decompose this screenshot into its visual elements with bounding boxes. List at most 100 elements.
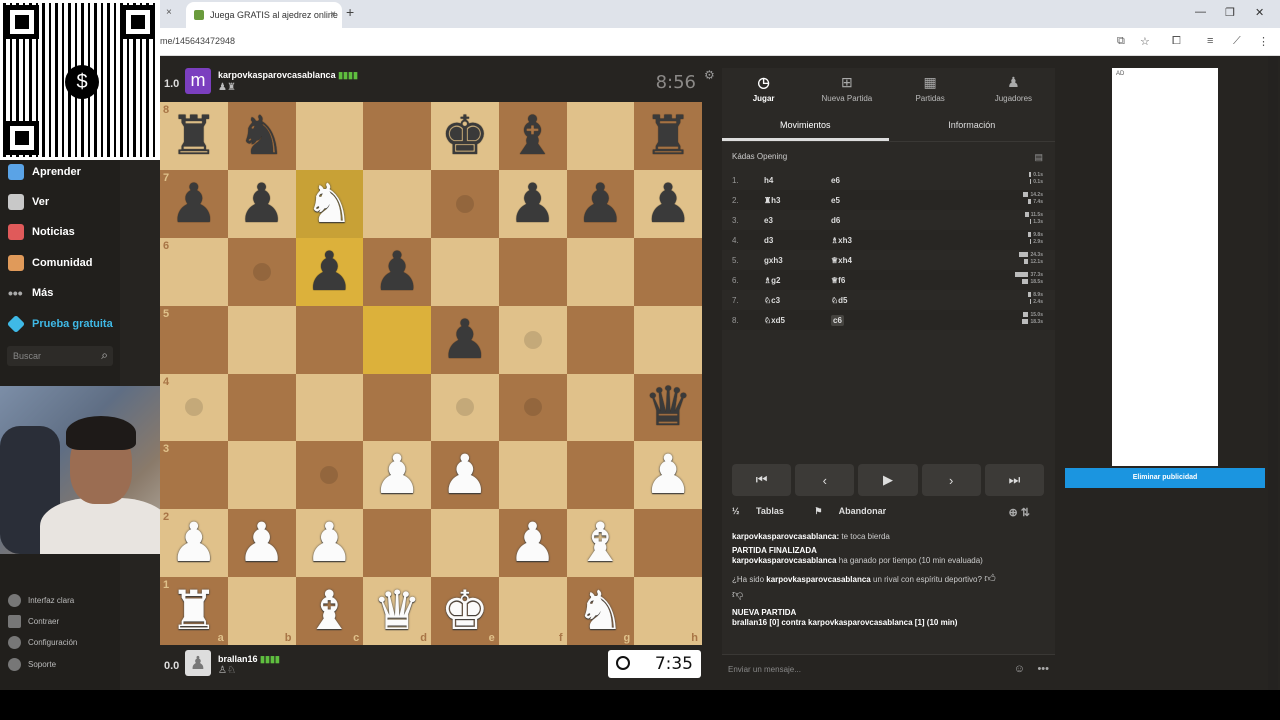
square-a3[interactable]: 3 [160,441,228,510]
browser-tab[interactable]: Juega GRATIS al ajedrez online × [186,2,342,28]
sidebar-item-comunidad[interactable]: Comunidad [8,255,93,271]
white-queen-icon[interactable]: ♛ [373,584,421,638]
sidebar-interfaz-clara[interactable]: Interfaz clara [8,594,74,607]
square-c1[interactable]: c ♝ [295,577,364,645]
next-move-button[interactable]: › [921,464,981,496]
square-e4[interactable] [431,373,499,442]
white-move[interactable]: d3 [764,236,773,245]
white-move[interactable]: ♗g2 [764,276,781,285]
black-bishop-icon[interactable]: ♝ [508,108,556,163]
square-g7[interactable]: ♟ [566,169,635,238]
black-move[interactable]: ♘d5 [831,296,848,305]
white-pawn-icon[interactable]: ♟ [305,516,353,570]
sidebar-configuracion[interactable]: Configuración [8,636,77,649]
white-pawn-icon[interactable]: ♟ [441,448,489,502]
square-a6[interactable]: 6 [160,237,228,306]
square-h2[interactable] [634,509,702,578]
top-player-name[interactable]: karpovkasparovcasablanca ▮▮▮▮ [218,70,358,81]
square-b7[interactable]: ♟ [227,169,296,238]
white-move[interactable]: ♘c3 [764,296,780,305]
square-d1[interactable]: d ♛ [363,577,431,645]
square-b8[interactable]: ♞ [227,102,296,170]
square-h4[interactable]: ♛ [634,373,702,442]
url-text[interactable]: me/145643472948 [160,36,235,46]
square-h7[interactable]: ♟ [634,169,702,238]
bottom-player-name[interactable]: brallan16 ▮▮▮▮ [218,654,280,665]
white-knight-icon[interactable]: ♞ [305,176,353,231]
search-input[interactable]: Buscar ⌕ [7,346,113,366]
window-close-button[interactable]: ✕ [1255,6,1264,19]
resign-button[interactable]: ⚑ Abandonar [814,506,900,516]
white-king-icon[interactable]: ♚ [441,584,489,638]
white-pawn-icon[interactable]: ♟ [237,516,285,570]
new-tab-button[interactable]: + [346,4,354,20]
more-options-icon[interactable]: ••• [1037,663,1049,675]
square-h8[interactable]: ♜ [634,102,702,170]
prev-move-button[interactable]: ‹ [795,464,855,496]
square-e3[interactable]: ♟ [431,441,499,510]
square-b4[interactable] [227,373,296,442]
square-h6[interactable] [634,237,702,306]
square-d7[interactable] [363,169,431,238]
square-f7[interactable]: ♟ [498,169,567,238]
analysis-icons[interactable]: ⊕ ⇅ [1009,506,1031,519]
square-f3[interactable] [498,441,567,510]
tab-jugar[interactable]: ◷ Jugar [722,68,805,110]
media-icon[interactable]: ≡ [1207,35,1213,47]
avatar[interactable]: m [185,68,211,94]
tab-partidas[interactable]: ▦ Partidas [889,68,972,110]
square-f1[interactable]: f [498,577,567,645]
white-bishop-icon[interactable]: ♝ [305,584,353,638]
square-g3[interactable] [566,441,635,510]
square-d4[interactable] [363,373,431,442]
tab-movimientos[interactable]: Movimientos [722,112,889,141]
square-b6[interactable] [227,237,296,306]
emoji-icon[interactable]: ☺ [1014,663,1025,675]
square-f2[interactable]: ♟ [498,509,567,578]
square-b5[interactable] [227,305,296,374]
square-c7[interactable]: ♞ [295,169,364,238]
black-move[interactable]: e5 [831,196,840,205]
white-knight-icon[interactable]: ♞ [576,584,624,638]
white-move[interactable]: h4 [764,176,773,185]
square-a4[interactable]: 4 [160,373,228,442]
square-h3[interactable]: ♟ [634,441,702,510]
black-pawn-icon[interactable]: ♟ [576,176,624,231]
first-move-button[interactable]: ⏮ [732,464,792,496]
sidebar-item-aprender[interactable]: Aprender [8,164,81,180]
white-rook-icon[interactable]: ♜ [170,584,218,638]
black-rook-icon[interactable]: ♜ [644,108,692,163]
black-queen-icon[interactable]: ♛ [644,380,692,434]
avatar[interactable]: ♟ [185,650,211,676]
menu-kebab-icon[interactable]: ⋮ [1258,35,1269,48]
black-move[interactable]: c6 [831,315,844,326]
sidebar-item-ver[interactable]: Ver [8,194,49,210]
white-pawn-icon[interactable]: ♟ [373,448,421,502]
square-e8[interactable]: ♚ [431,102,499,170]
sidebar-item-mas[interactable]: ••• Más [8,285,53,301]
tab-nueva-partida[interactable]: ⊞ Nueva Partida [805,68,888,110]
square-d8[interactable] [363,102,431,170]
black-pawn-icon[interactable]: ♟ [644,176,692,231]
chess-board[interactable]: 8 ♜ ♞ ♚ ♝ ♜ 7 ♟ ♟ ♞ ♟ ♟ ♟ 6 ♟ ♟ 5 ♟ 4 ♛ 3 ♟ ♟ ♟ 2 ♟ ♟ ♟ ♟ ♝ 1 a ♜ b c ♝ d ♛ e ♚… [160,102,702,645]
ad-slot[interactable]: AD [1112,68,1218,466]
white-move[interactable]: ♘xd5 [764,316,785,325]
tab-jugadores[interactable]: ♟ Jugadores [972,68,1055,110]
white-pawn-icon[interactable]: ♟ [170,516,218,570]
opening-book-icon[interactable]: ▤ [1034,152,1043,163]
square-d3[interactable]: ♟ [363,441,431,510]
square-e5[interactable]: ♟ [431,305,499,374]
square-a5[interactable]: 5 [160,305,228,374]
square-e6[interactable] [431,237,499,306]
square-h1[interactable]: h [634,577,702,645]
black-pawn-icon[interactable]: ♟ [237,176,285,231]
square-b3[interactable] [227,441,296,510]
prev-tab-close-icon[interactable]: × [166,7,172,18]
square-c4[interactable] [295,373,364,442]
square-f6[interactable] [498,237,567,306]
black-move[interactable]: d6 [831,216,840,225]
square-c2[interactable]: ♟ [295,509,364,578]
thumbs-up-icon[interactable]: 👍︎ [984,574,996,586]
page-scrollbar[interactable] [1268,56,1278,690]
play-button[interactable]: ▶ [858,464,918,496]
